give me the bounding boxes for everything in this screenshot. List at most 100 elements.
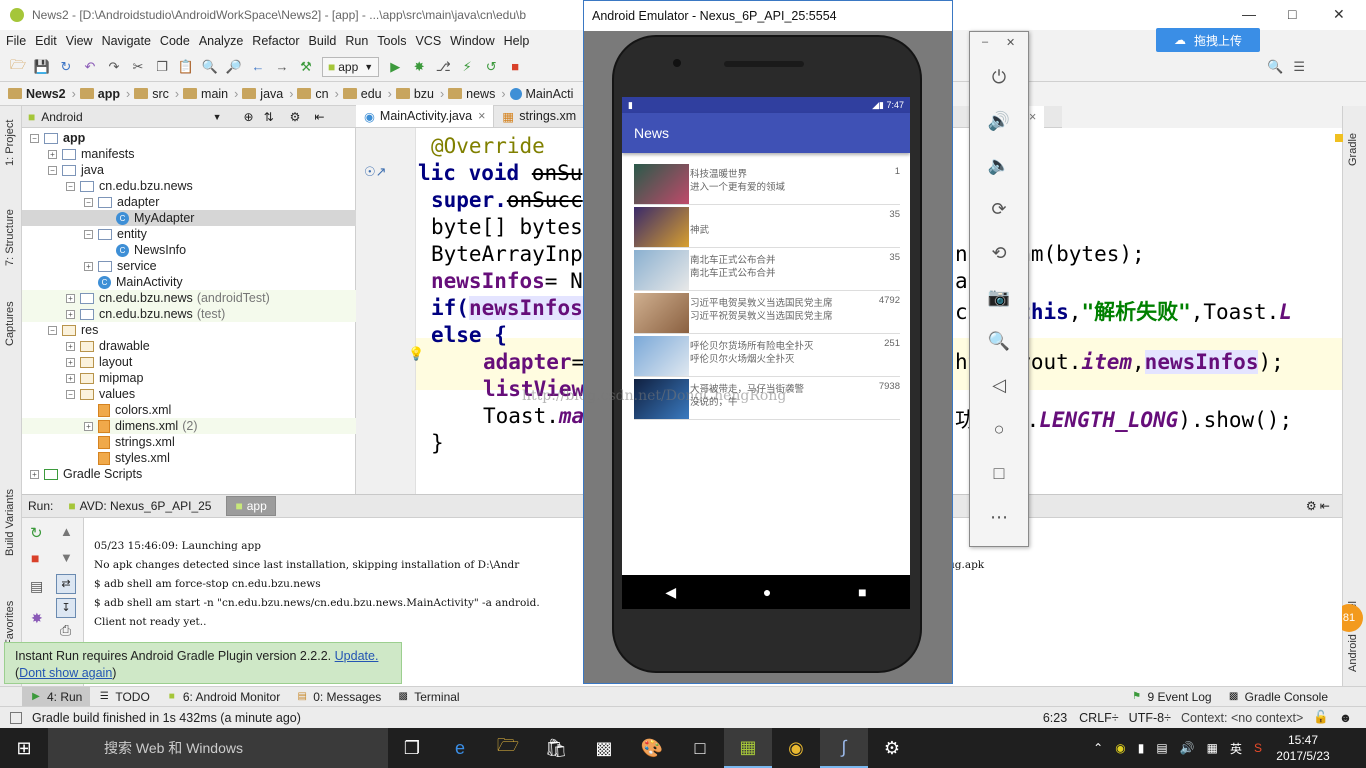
gear-icon[interactable]: ⚙ ⇤ [1306, 499, 1330, 513]
collapse-toggle-icon[interactable]: − [48, 325, 57, 335]
dont-show-again-link[interactable]: Dont show again [19, 666, 112, 680]
recents-square-icon[interactable]: ■ [858, 584, 866, 600]
attach-debugger-icon[interactable]: ⎇ [435, 59, 451, 75]
menu-refactor[interactable]: Refactor [252, 34, 299, 48]
undo-icon[interactable]: ↶ [82, 59, 98, 75]
context-indicator[interactable]: Context: <no context> [1181, 711, 1303, 725]
forward-icon[interactable]: → [274, 59, 290, 75]
tool-tab-android-monitor[interactable]: ■ 6: Android Monitor [158, 687, 288, 707]
collapse-icon[interactable]: ⇅ [264, 110, 274, 124]
store-icon[interactable]: 🛍 [532, 728, 580, 768]
tree-node[interactable]: + service [22, 258, 356, 274]
copy-icon[interactable]: ❐ [154, 59, 170, 75]
tool-tab-gradle-console[interactable]: ▩ Gradle Console [1220, 687, 1336, 707]
collapse-toggle-icon[interactable]: − [66, 181, 75, 191]
tree-node[interactable]: colors.xml [22, 402, 356, 418]
menu-vcs[interactable]: VCS [415, 34, 441, 48]
more-options-icon[interactable]: ⋯ [986, 504, 1012, 530]
expand-toggle-icon[interactable]: + [48, 149, 57, 159]
breadcrumb-item[interactable]: bzu › [395, 87, 444, 101]
redo-icon[interactable]: ↷ [106, 59, 122, 75]
settings-gear-icon[interactable]: ⚙ [868, 728, 916, 768]
open-folder-icon[interactable]: 🗁 [10, 57, 26, 75]
tree-node[interactable]: + cn.edu.bzu.news (test) [22, 306, 356, 322]
breadcrumb-item[interactable]: main › [183, 87, 238, 101]
tool-tab-terminal[interactable]: ▩ Terminal [389, 687, 467, 707]
news-item[interactable]: 呼伦贝尔货场所有险电全扑灭 呼伦贝尔火场烟火全扑灭 251 [634, 335, 900, 377]
breadcrumb-item[interactable]: MainActi [509, 87, 573, 101]
tree-node[interactable]: + mipmap [22, 370, 356, 386]
find-icon[interactable]: 🔍 [202, 59, 218, 75]
layout-icon[interactable]: ▤ [30, 578, 43, 595]
editor-taskbar-icon[interactable]: ∫ [820, 728, 868, 768]
tree-node[interactable]: strings.xml [22, 434, 356, 450]
tree-node[interactable]: + dimens.xml (2) [22, 418, 356, 434]
upload-button[interactable]: ☁ 拖拽上传 [1156, 28, 1260, 52]
save-icon[interactable]: 💾 [34, 59, 50, 75]
build-variants-tool-tab[interactable]: Build Variants [4, 489, 16, 556]
expand-toggle-icon[interactable]: + [30, 469, 39, 479]
soft-wrap-icon[interactable]: ⇄ [56, 574, 76, 594]
file-encoding[interactable]: UTF-8÷ [1129, 711, 1171, 725]
minimize-icon[interactable]: – [982, 36, 988, 48]
menu-edit[interactable]: Edit [35, 34, 57, 48]
hide-icon[interactable]: ⇤ [314, 110, 324, 124]
favorites-tool-tab[interactable]: Favorites [4, 601, 16, 646]
menu-code[interactable]: Code [160, 34, 190, 48]
back-icon[interactable]: ← [250, 59, 266, 75]
expand-toggle-icon[interactable]: + [66, 309, 75, 319]
news-item[interactable]: 南北车正式公布合并 南北车正式公布合并 35 [634, 249, 900, 291]
collapse-toggle-icon[interactable]: − [84, 229, 93, 239]
chevron-down-icon[interactable]: ▼ [213, 112, 222, 122]
file-explorer-icon[interactable]: 🗁 [484, 728, 532, 768]
intention-bulb-icon[interactable]: 💡 [408, 346, 424, 362]
chrome-icon[interactable]: ◉ [772, 728, 820, 768]
breadcrumb-item[interactable]: src › [134, 87, 179, 101]
make-project-icon[interactable]: ⚒ [298, 59, 314, 75]
collapse-toggle-icon[interactable]: − [48, 165, 57, 175]
menu-window[interactable]: Window [450, 34, 494, 48]
print-icon[interactable]: ⎙ [60, 622, 71, 639]
edge-icon[interactable]: e [436, 728, 484, 768]
menu-help[interactable]: Help [504, 34, 530, 48]
ime-indicator[interactable]: 英 [1230, 740, 1242, 757]
sync-icon[interactable]: ↻ [58, 59, 74, 75]
battery-icon[interactable]: ▮ [1138, 741, 1145, 755]
tree-node[interactable]: + Gradle Scripts [22, 466, 356, 482]
status-toggle-icon[interactable] [10, 711, 22, 724]
captures-tool-tab[interactable]: Captures [4, 301, 16, 346]
tree-node[interactable]: + layout [22, 354, 356, 370]
override-marker-icon[interactable]: ☉↗ [364, 164, 387, 180]
menu-build[interactable]: Build [309, 34, 337, 48]
breadcrumb-item[interactable]: news › [448, 87, 506, 101]
tree-node[interactable]: styles.xml [22, 450, 356, 466]
menu-analyze[interactable]: Analyze [199, 34, 243, 48]
chevron-up-icon[interactable]: ⌃ [1093, 741, 1103, 755]
gear-icon[interactable]: ⚙ [290, 110, 301, 124]
tree-node[interactable]: + drawable [22, 338, 356, 354]
paint-icon[interactable]: 🎨 [628, 728, 676, 768]
cut-icon[interactable]: ✂ [130, 59, 146, 75]
taskbar-search[interactable]: 搜索 Web 和 Windows [48, 728, 388, 768]
expand-toggle-icon[interactable]: + [66, 357, 75, 367]
collapse-toggle-icon[interactable]: − [84, 197, 93, 207]
search-everywhere-icon[interactable]: 🔍 [1267, 59, 1283, 75]
tool-tab-todo[interactable]: ☰ TODO [90, 687, 157, 707]
pin-icon[interactable]: ✸ [31, 610, 43, 627]
tree-node[interactable]: − entity [22, 226, 356, 242]
task-view-icon[interactable]: ❐ [388, 728, 436, 768]
debug-icon[interactable]: ✸ [411, 59, 427, 75]
run-configuration-select[interactable]: ■ app ▼ [322, 56, 380, 77]
close-icon[interactable]: ✕ [1333, 6, 1345, 23]
tab-strings[interactable]: ▦ strings.xm [494, 105, 586, 127]
expand-toggle-icon[interactable]: + [84, 261, 93, 271]
breadcrumb-item[interactable]: app › [79, 87, 130, 101]
tab-mainactivity[interactable]: ◉ MainActivity.java × [356, 105, 495, 127]
update-link[interactable]: Update. [335, 649, 379, 663]
run-icon[interactable]: ▶ [387, 59, 403, 75]
gradle-tool-tab[interactable]: Gradle [1347, 133, 1359, 166]
apply-changes-icon[interactable]: ⚡ [459, 59, 475, 75]
line-separator[interactable]: CRLF÷ [1079, 711, 1119, 725]
news-item[interactable]: 习近平电贺吴敦义当选国民党主席 习近平祝贺吴敦义当选国民党主席 4792 [634, 292, 900, 334]
run-tab-app[interactable]: ■ app [226, 496, 276, 516]
